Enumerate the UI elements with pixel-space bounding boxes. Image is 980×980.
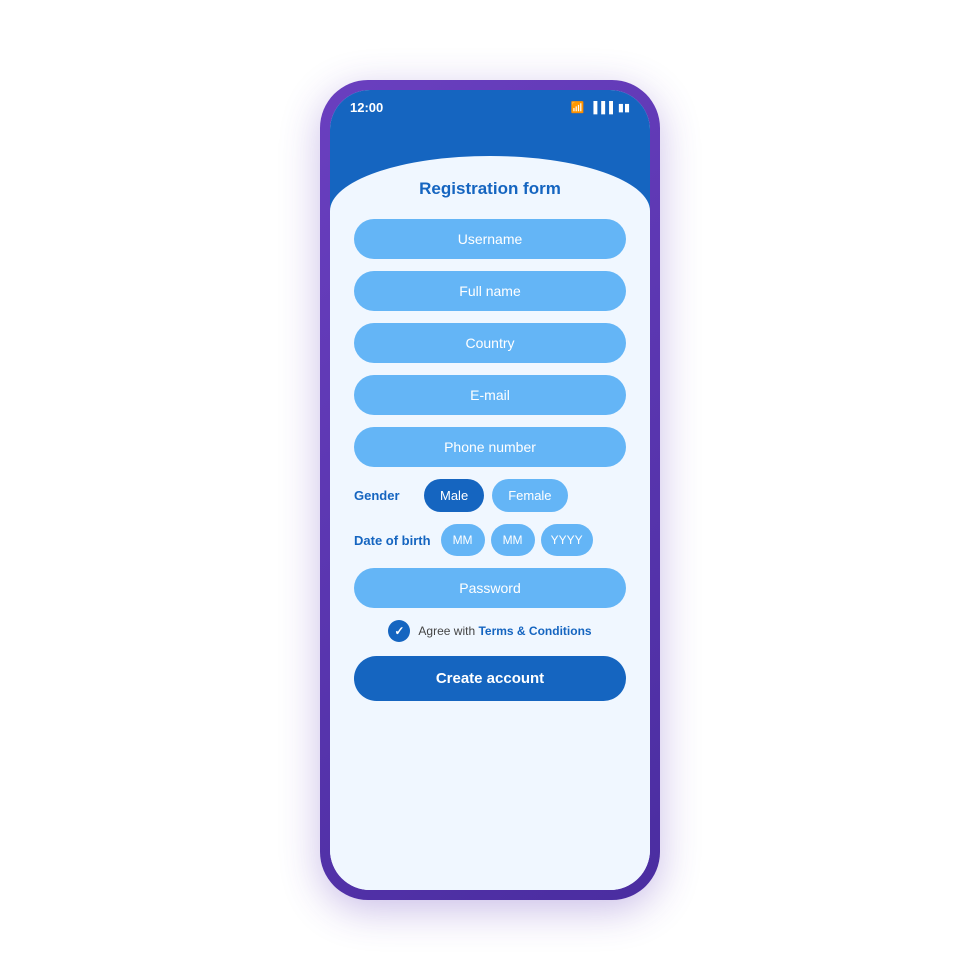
form-content: Username Full name Country E-mail Phone … bbox=[330, 211, 650, 890]
terms-prefix: Agree with bbox=[418, 624, 478, 638]
gender-male-button[interactable]: Male bbox=[424, 479, 484, 512]
terms-row: Agree with Terms & Conditions bbox=[354, 620, 626, 642]
header-area: Registration form bbox=[330, 121, 650, 211]
wifi-icon: 📶 bbox=[571, 101, 585, 114]
status-bar: 12:00 📶 ▐▐▐ ▮▮ bbox=[330, 90, 650, 121]
gender-label: Gender bbox=[354, 488, 414, 503]
gender-female-button[interactable]: Female bbox=[492, 479, 567, 512]
username-field[interactable]: Username bbox=[354, 219, 626, 259]
password-field[interactable]: Password bbox=[354, 568, 626, 608]
dob-month2-field[interactable]: MM bbox=[491, 524, 535, 556]
phone-frame: 12:00 📶 ▐▐▐ ▮▮ Registration form Usernam… bbox=[320, 80, 660, 900]
terms-text: Agree with Terms & Conditions bbox=[418, 624, 591, 638]
phone-field[interactable]: Phone number bbox=[354, 427, 626, 467]
email-field[interactable]: E-mail bbox=[354, 375, 626, 415]
terms-checkbox[interactable] bbox=[388, 620, 410, 642]
status-time: 12:00 bbox=[350, 100, 383, 115]
signal-icon: ▐▐▐ bbox=[590, 102, 613, 114]
gender-group: Gender Male Female bbox=[354, 479, 626, 512]
country-field[interactable]: Country bbox=[354, 323, 626, 363]
phone-screen: 12:00 📶 ▐▐▐ ▮▮ Registration form Usernam… bbox=[330, 90, 650, 890]
create-account-button[interactable]: Create account bbox=[354, 656, 626, 701]
dob-month1-field[interactable]: MM bbox=[441, 524, 485, 556]
battery-icon: ▮▮ bbox=[618, 101, 630, 114]
page-title: Registration form bbox=[330, 179, 650, 199]
terms-link[interactable]: Terms & Conditions bbox=[478, 624, 591, 638]
dob-label: Date of birth bbox=[354, 533, 431, 548]
dob-year-field[interactable]: YYYY bbox=[541, 524, 593, 556]
dob-group: Date of birth MM MM YYYY bbox=[354, 524, 626, 556]
fullname-field[interactable]: Full name bbox=[354, 271, 626, 311]
status-icons: 📶 ▐▐▐ ▮▮ bbox=[571, 101, 630, 114]
